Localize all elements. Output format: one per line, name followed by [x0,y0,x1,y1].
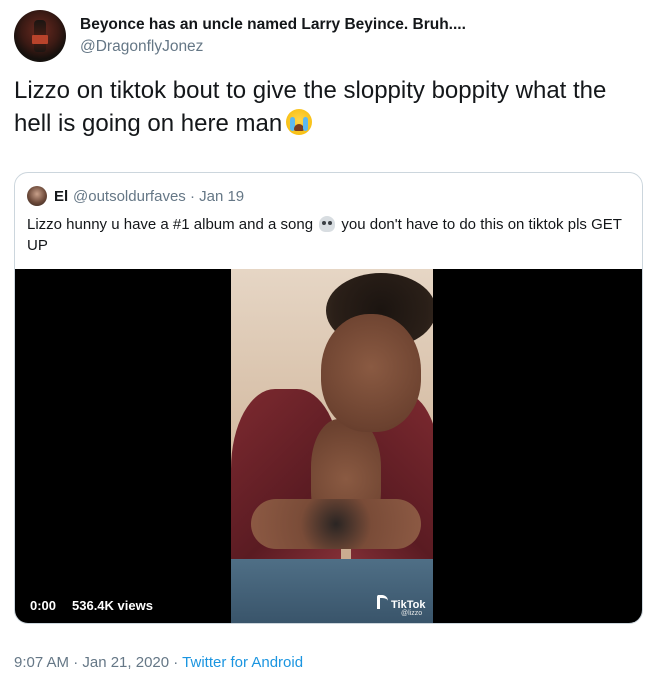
quoted-tweet-card[interactable]: El @outsoldurfaves · Jan 19 Lizzo hunny … [14,172,643,624]
video-frame-hands [251,499,421,549]
video-timestamp-badge: 0:00 [25,595,62,617]
tweet-time-date[interactable]: 9:07 AM · Jan 21, 2020 · [14,654,182,671]
tiktok-watermark: TikTok [377,595,425,611]
quoted-author-name[interactable]: El [54,188,68,205]
skull-icon [319,216,336,232]
quoted-tweet-text: Lizzo hunny u have a #1 album and a song… [27,214,633,256]
quoted-author-avatar[interactable] [27,186,47,206]
loudly-crying-face-icon [286,109,313,135]
tweet-source-link[interactable]: Twitter for Android [182,654,303,671]
avatar-bottle-label [32,35,48,44]
author-display-name[interactable]: Beyonce has an uncle named Larry Beyince… [80,16,466,34]
author-handle[interactable]: @DragonflyJonez [80,38,203,56]
tweet-text: Lizzo on tiktok bout to give the sloppit… [14,74,644,140]
tiktok-note-icon [377,595,388,609]
video-frame: TikTok @lizzo [231,269,433,623]
video-frame-face [321,314,421,432]
video-player[interactable]: TikTok @lizzo 0:00 536.4K views [15,269,642,623]
author-avatar[interactable] [14,10,66,62]
quoted-text-part1: Lizzo hunny u have a #1 album and a song [27,216,314,233]
tiktok-watermark-user: @lizzo [401,610,423,617]
tweet-header: Beyonce has an uncle named Larry Beyince… [14,10,644,62]
video-views-badge: 536.4K views [67,595,158,617]
quoted-author-handle-date[interactable]: @outsoldurfaves · Jan 19 [73,188,244,205]
tweet-footer: 9:07 AM · Jan 21, 2020 · Twitter for And… [14,654,303,671]
